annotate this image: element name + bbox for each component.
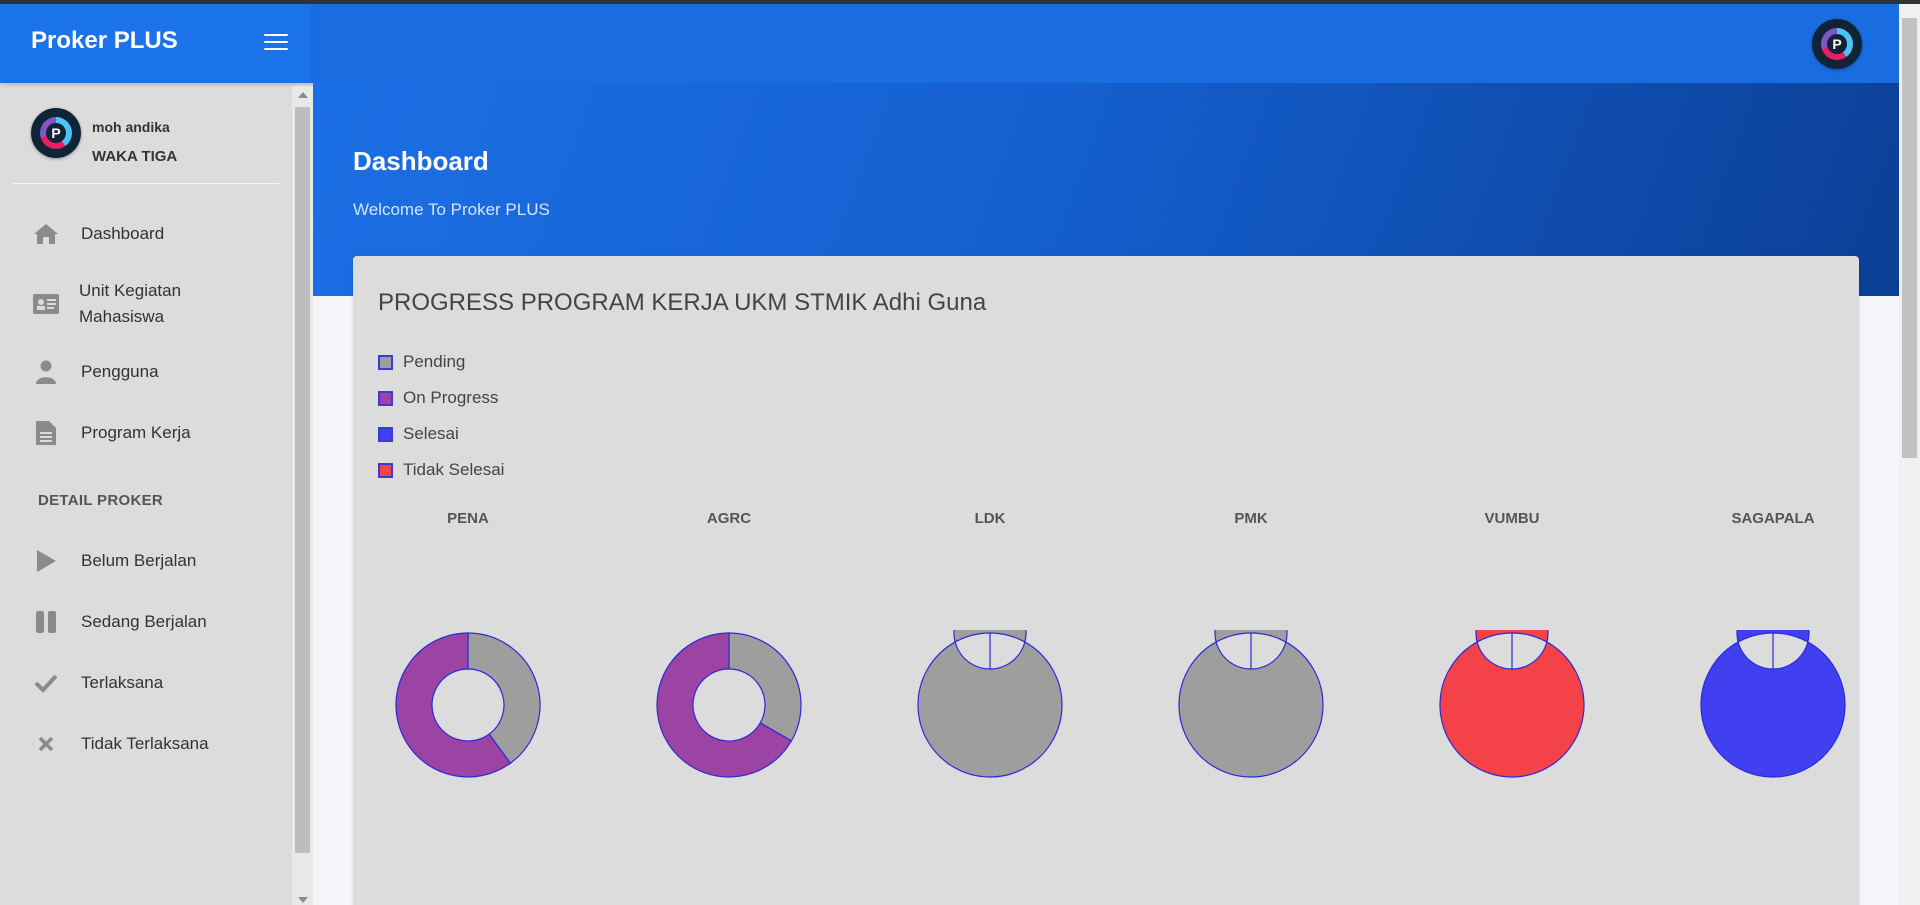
sidebar-item-label: Mahasiswa [79, 307, 165, 326]
user-panel: P moh andika WAKA TIGA [13, 102, 279, 184]
sidebar-item-label: Unit Kegiatan [79, 281, 182, 300]
avatar-letter: P [46, 123, 66, 143]
legend-item-on-progress[interactable]: On Progress [378, 388, 578, 408]
check-icon [33, 670, 59, 696]
sidebar-item-program-kerja[interactable]: Program Kerja [0, 410, 292, 456]
pause-icon [33, 609, 59, 635]
avatar[interactable]: P [1812, 19, 1862, 69]
legend-swatch [378, 427, 393, 442]
legend-item-pending[interactable]: Pending [378, 352, 578, 372]
donut-svg [1439, 630, 1585, 778]
donut-svg [656, 632, 802, 778]
app-title: Proker PLUS [31, 27, 178, 54]
document-icon [33, 420, 59, 446]
sidebar-item-label: Terlaksana [81, 673, 164, 692]
sidebar-item-label: Dashboard [81, 224, 165, 243]
legend-swatch [378, 355, 393, 370]
donut-chart-pmk: PMK [1151, 510, 1351, 810]
scrollbar-thumb[interactable] [1902, 18, 1917, 458]
legend-label: Pending [403, 352, 466, 371]
donut-chart-sagapala: SAGAPALA [1673, 510, 1873, 810]
sidebar-item-label: Sedang Berjalan [81, 612, 207, 631]
donut-svg [917, 630, 1063, 778]
legend-swatch [378, 463, 393, 478]
chart-title: PROGRESS PROGRAM KERJA UKM STMIK Adhi Gu… [378, 289, 987, 316]
sidebar-scrollbar[interactable] [292, 86, 313, 905]
sidebar-item-label: Program Kerja [81, 423, 191, 442]
legend-label: Tidak Selesai [403, 460, 505, 479]
legend-label: Selesai [403, 424, 459, 443]
donut-label: LDK [974, 510, 1006, 527]
avatar-letter: P [1827, 34, 1847, 54]
progress-card: PROGRESS PROGRAM KERJA UKM STMIK Adhi Gu… [353, 256, 1859, 905]
donut-slice-pending[interactable] [728, 632, 802, 742]
sidebar-item-sedang-berjalan[interactable]: Sedang Berjalan [0, 599, 292, 645]
donut-svg [1700, 630, 1846, 778]
donut-svg [395, 632, 541, 778]
brand-header: Proker PLUS [0, 4, 313, 83]
donut-chart-pena: PENA [368, 510, 568, 810]
user-icon [33, 359, 59, 385]
sidebar-item-label: Pengguna [81, 362, 159, 381]
scroll-down-arrow-icon[interactable] [298, 897, 308, 903]
page-scrollbar[interactable] [1899, 4, 1920, 905]
legend-item-selesai[interactable]: Selesai [378, 424, 578, 444]
legend-swatch [378, 391, 393, 406]
page-title: Dashboard [353, 146, 489, 176]
donut-chart-ldk: LDK [890, 510, 1090, 810]
donut-label: AGRC [706, 510, 752, 527]
sidebar-item-pengguna[interactable]: Pengguna [0, 349, 292, 395]
donut-label: SAGAPALA [1731, 510, 1815, 527]
id-card-icon [33, 291, 59, 317]
user-name: moh andika [92, 119, 170, 135]
donut-svg [1178, 630, 1324, 778]
donut-chart-vumbu: VUMBU [1412, 510, 1612, 810]
sidebar-item-label: Belum Berjalan [81, 551, 197, 570]
section-label-detail-proker: DETAIL PROKER [38, 492, 164, 509]
play-icon [33, 548, 59, 574]
sidebar-item-ukm[interactable]: Unit Kegiatan Mahasiswa [0, 274, 292, 334]
sidebar-item-terlaksana[interactable]: Terlaksana [0, 660, 292, 706]
sidebar-item-dashboard[interactable]: Dashboard [0, 211, 292, 257]
donut-chart-agrc: AGRC [629, 510, 829, 810]
sidebar-item-label: Tidak Terlaksana [81, 734, 209, 753]
scroll-up-arrow-icon[interactable] [298, 92, 308, 98]
legend-label: On Progress [403, 388, 499, 407]
close-icon [33, 731, 59, 757]
main-content: P Dashboard Welcome To Proker PLUS PROGR… [313, 4, 1900, 905]
top-navbar: P [313, 4, 1900, 83]
page-subtitle: Welcome To Proker PLUS [353, 200, 550, 219]
sidebar-item-tidak-terlaksana[interactable]: Tidak Terlaksana [0, 721, 292, 767]
home-icon [33, 221, 59, 247]
hamburger-menu-icon[interactable] [264, 32, 288, 52]
legend-item-tidak-selesai[interactable]: Tidak Selesai [378, 460, 578, 480]
sidebar-item-belum-berjalan[interactable]: Belum Berjalan [0, 538, 292, 584]
donut-label: PMK [1234, 510, 1268, 527]
donut-label: VUMBU [1484, 510, 1540, 527]
scrollbar-thumb[interactable] [295, 107, 310, 853]
user-role: WAKA TIGA [92, 148, 178, 165]
sidebar: Proker PLUS P moh andika WAKA TIGA Dashb… [0, 4, 313, 905]
donut-label: PENA [447, 510, 489, 527]
avatar: P [31, 108, 81, 158]
